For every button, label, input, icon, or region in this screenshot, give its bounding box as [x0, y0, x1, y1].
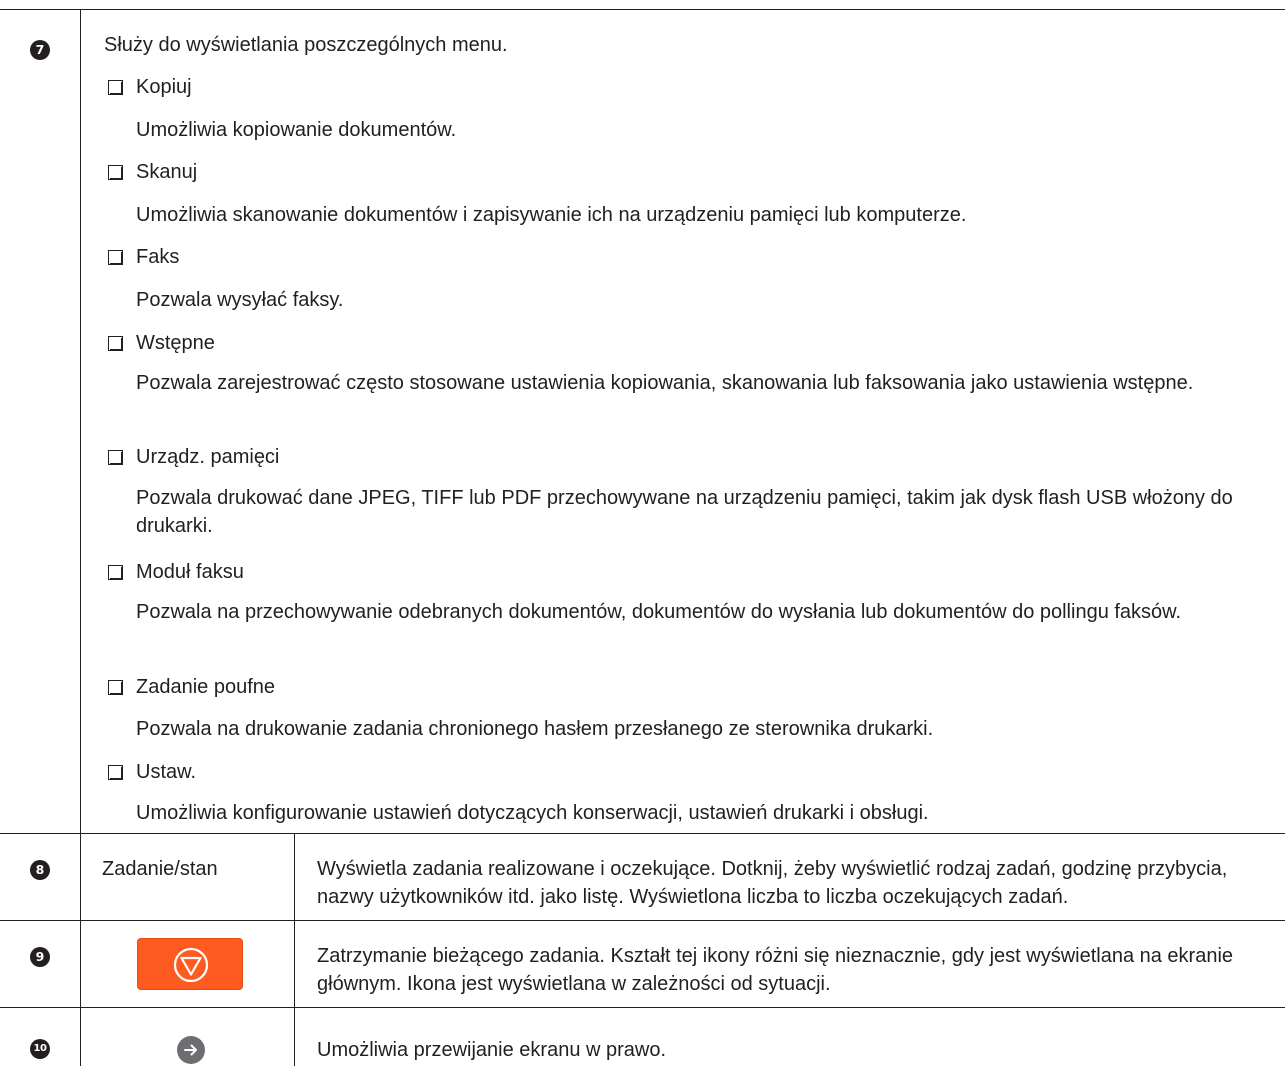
menu-item-desc: Umożliwia kopiowanie dokumentów.	[136, 119, 457, 141]
menu-item-desc: Pozwala zarejestrować często stosowane u…	[136, 372, 1194, 394]
table-border-top	[0, 9, 1285, 10]
feature-desc: Umożliwia przewijanie ekranu w prawo.	[317, 1039, 667, 1061]
checkbox-bullet-icon	[108, 80, 123, 95]
menu-item-label: Faks	[136, 246, 180, 268]
menu-item-label: Wstępne	[136, 332, 215, 354]
menu-item-desc: Pozwala na drukowanie zadania chronioneg…	[136, 718, 934, 740]
checkbox-bullet-icon	[108, 336, 123, 351]
menu-item-label: Kopiuj	[136, 76, 192, 98]
row-number-badge: 8	[30, 860, 50, 880]
menu-item-label: Ustaw.	[136, 761, 197, 783]
menu-item-label: Urządz. pamięci	[136, 446, 280, 468]
feature-name: Zadanie/stan	[102, 858, 218, 880]
row-number-badge: 9	[30, 947, 50, 967]
menu-item-desc: Pozwala drukować dane JPEG, TIFF lub PDF…	[136, 487, 1233, 537]
row-divider	[0, 833, 1285, 834]
feature-desc: Wyświetla zadania realizowane i oczekują…	[317, 858, 1228, 908]
menu-item-label: Zadanie poufne	[136, 676, 276, 698]
scroll-right-button[interactable]	[177, 1036, 205, 1064]
feature-desc: Zatrzymanie bieżącego zadania. Kształt t…	[317, 945, 1234, 995]
function-table: 7 Służy do wyświetlania poszczególnych m…	[0, 0, 1285, 1066]
column-divider	[294, 833, 295, 1066]
checkbox-bullet-icon	[108, 565, 123, 580]
row-divider	[0, 1007, 1285, 1008]
row-number-badge: 7	[30, 40, 50, 60]
menu-item-label: Skanuj	[136, 161, 198, 183]
arrow-right-icon	[184, 1044, 197, 1056]
row-intro: Służy do wyświetlania poszczególnych men…	[104, 34, 508, 56]
column-divider	[80, 9, 81, 1066]
stop-button[interactable]	[137, 938, 243, 990]
checkbox-bullet-icon	[108, 450, 123, 465]
menu-item-desc: Umożliwia konfigurowanie ustawień dotycz…	[136, 802, 929, 824]
menu-item-desc: Pozwala wysyłać faksy.	[136, 289, 344, 311]
row-divider	[0, 920, 1285, 921]
menu-item-desc: Pozwala na przechowywanie odebranych dok…	[136, 601, 1182, 623]
row-number-badge: 10	[30, 1039, 50, 1059]
checkbox-bullet-icon	[108, 165, 123, 180]
checkbox-bullet-icon	[108, 680, 123, 695]
checkbox-bullet-icon	[108, 250, 123, 265]
menu-item-desc: Umożliwia skanowanie dokumentów i zapisy…	[136, 204, 967, 226]
stop-icon	[173, 947, 209, 983]
menu-item-label: Moduł faksu	[136, 561, 244, 583]
checkbox-bullet-icon	[108, 765, 123, 780]
